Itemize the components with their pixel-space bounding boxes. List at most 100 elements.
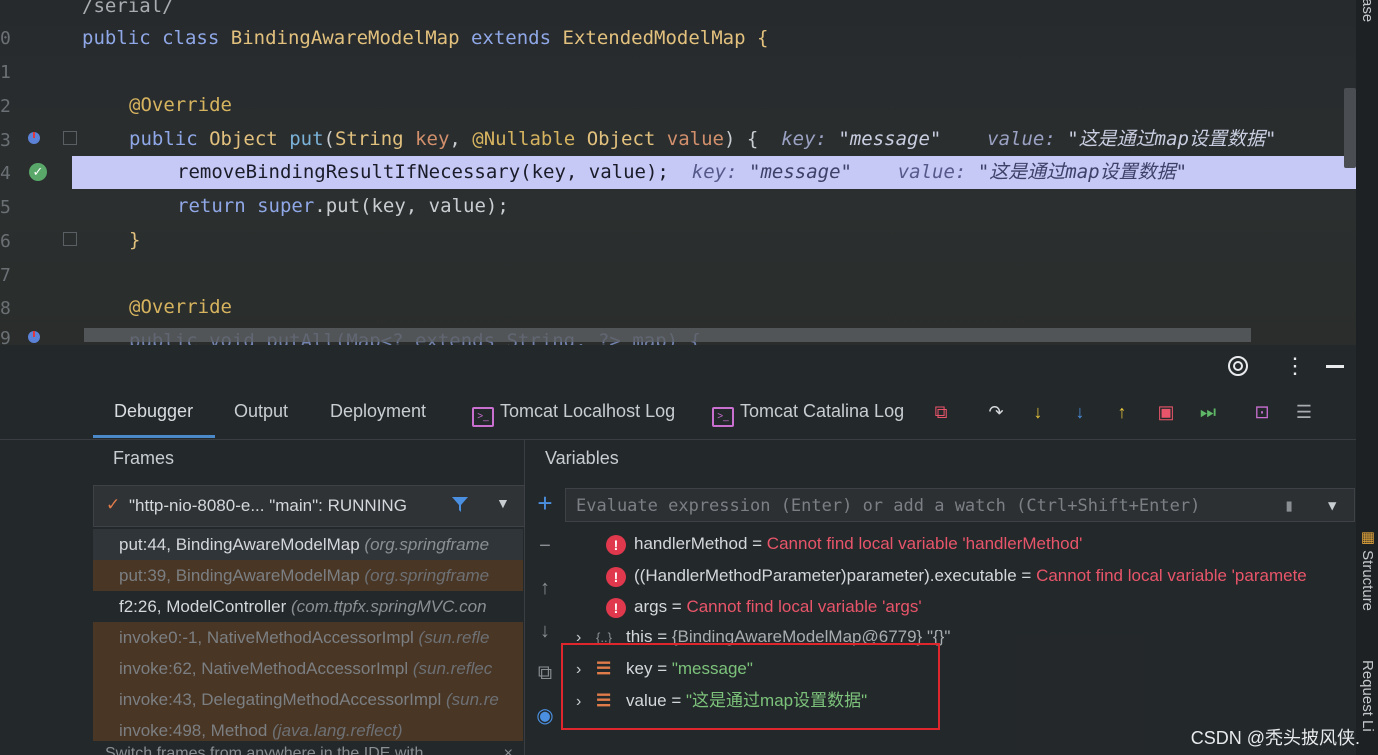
tab-debugger[interactable]: Debugger <box>114 401 193 422</box>
override-marker-icon[interactable] <box>26 329 42 345</box>
code-line: public class BindingAwareModelMap extend… <box>82 22 768 55</box>
frame-package: (sun.re <box>445 690 499 709</box>
frame-method: invoke:62, NativeMethodAccessorImpl <box>119 659 409 678</box>
frame-row[interactable]: invoke0:-1, NativeMethodAccessorImpl (su… <box>93 622 523 653</box>
settings-list-icon[interactable]: ☰ <box>1293 401 1315 423</box>
line-number: 3 <box>0 130 11 151</box>
minimize-icon[interactable] <box>1326 365 1344 368</box>
fold-icon[interactable] <box>63 131 77 145</box>
code-editor[interactable]: 0 1 2 3 4 5 6 7 8 9 ✓ /serial/ public cl… <box>0 0 1378 345</box>
step-over-icon[interactable]: ↷ <box>985 401 1007 423</box>
variable-value: Cannot find local variable 'paramete <box>1036 566 1307 585</box>
variable-row[interactable]: ! args = Cannot find local variable 'args… <box>570 591 922 622</box>
variable-name: ((HandlerMethodParameter)parameter).exec… <box>634 566 1017 585</box>
tab-label: Tomcat Localhost Log <box>500 401 676 421</box>
resume-icon[interactable]: ⏭ <box>1197 401 1219 423</box>
tab-tomcat-localhost-log[interactable]: >_ Tomcat Localhost Log <box>472 401 675 427</box>
side-tab-database[interactable]: ase <box>1359 0 1376 22</box>
line-number: 1 <box>0 62 11 83</box>
vertical-scrollbar[interactable] <box>1344 88 1356 168</box>
run-to-cursor-icon[interactable]: ▣ <box>1155 401 1177 423</box>
add-watch-icon[interactable]: + <box>534 490 556 516</box>
tab-output[interactable]: Output <box>234 401 288 422</box>
copy-icon[interactable]: ⧉ <box>534 662 556 684</box>
inline-hint: "message" <box>749 161 852 183</box>
inline-hint: value: <box>897 161 967 183</box>
frame-row[interactable]: invoke:498, Method (java.lang.reflect) <box>93 715 523 741</box>
watch-eye-icon[interactable]: ◉ <box>534 705 556 727</box>
thread-selector[interactable]: ✓ "http-nio-8080-e... "main": RUNNING ▼ <box>93 485 525 527</box>
remove-watch-icon[interactable]: − <box>534 535 556 557</box>
evaluate-placeholder: Evaluate expression (Enter) or add a wat… <box>576 496 1201 516</box>
filter-icon[interactable] <box>450 494 470 514</box>
frame-method: f2:26, ModelController <box>119 597 287 616</box>
restore-layout-icon[interactable]: ⧉ <box>930 401 952 423</box>
inline-hint: value: <box>987 128 1056 150</box>
execution-line-highlight: removeBindingResultIfNecessary(key, valu… <box>72 156 1356 189</box>
inline-hint: "这是通过map设置数据" <box>977 161 1188 183</box>
variable-name: args <box>634 597 668 616</box>
inline-hint: key: <box>691 161 738 183</box>
code-token: ExtendedModelMap <box>562 27 746 49</box>
evaluate-expression-input[interactable]: Evaluate expression (Enter) or add a wat… <box>565 488 1355 522</box>
frame-package: (org.springframe <box>364 566 490 585</box>
code-line: removeBindingResultIfNecessary(key, valu… <box>177 156 1187 189</box>
variable-row[interactable]: ! ((HandlerMethodParameter)parameter).exe… <box>570 560 1356 591</box>
watermark: CSDN @秃头披风侠. <box>1190 728 1360 748</box>
target-icon[interactable] <box>1227 355 1249 377</box>
variable-eq: = <box>667 597 687 616</box>
move-down-icon[interactable]: ↓ <box>534 620 556 642</box>
tab-deployment[interactable]: Deployment <box>330 401 426 422</box>
line-number: 9 <box>0 328 11 345</box>
code-token: class <box>162 27 220 49</box>
bookmark-icon[interactable]: ▮ <box>1284 489 1294 523</box>
code-line: /serial/ <box>82 0 174 23</box>
frame-row[interactable]: put:39, BindingAwareModelMap (org.spring… <box>93 560 523 591</box>
tab-tomcat-catalina-log[interactable]: >_ Tomcat Catalina Log <box>712 401 904 427</box>
line-number: 8 <box>0 298 11 319</box>
active-tab-indicator <box>93 435 215 438</box>
side-tab-structure[interactable]: ▦ Structure <box>1358 528 1376 611</box>
line-number: 7 <box>0 265 11 286</box>
tool-window-header: ⋮ <box>0 345 1356 387</box>
frame-row[interactable]: f2:26, ModelController (com.ttpfx.spring… <box>93 591 523 622</box>
more-options-icon[interactable]: ⋮ <box>1284 353 1306 379</box>
variable-row[interactable]: ! handlerMethod = Cannot find local varia… <box>570 528 1082 559</box>
error-icon: ! <box>606 597 626 618</box>
console-icon[interactable]: ⊡ <box>1251 401 1273 423</box>
step-into-icon[interactable]: ↓ <box>1027 401 1049 423</box>
force-step-into-icon[interactable]: ↓ <box>1069 401 1091 423</box>
override-marker-icon[interactable] <box>26 130 42 146</box>
move-up-icon[interactable]: ↑ <box>534 577 556 599</box>
code-token: put <box>289 128 324 150</box>
frame-method: invoke0:-1, NativeMethodAccessorImpl <box>119 628 414 647</box>
step-out-icon[interactable]: ↑ <box>1111 401 1133 423</box>
code-token: String <box>334 128 404 150</box>
line-number: 2 <box>0 96 11 117</box>
frames-hint: Switch frames from anywhere in the IDE w… <box>105 743 523 755</box>
line-number: 4 <box>0 163 11 184</box>
horizontal-scrollbar[interactable] <box>84 328 1251 342</box>
frame-row[interactable]: invoke:43, DelegatingMethodAccessorImpl … <box>93 684 523 715</box>
code-text: /serial/ <box>82 0 174 17</box>
debug-tabs: Debugger Output Deployment >_ Tomcat Loca… <box>0 387 1356 440</box>
variable-name: handlerMethod <box>634 534 748 553</box>
close-icon[interactable]: × <box>504 743 513 755</box>
chevron-down-icon[interactable]: ▼ <box>496 495 510 511</box>
frame-package: (java.lang.reflect) <box>272 721 403 740</box>
error-icon: ! <box>606 566 626 587</box>
inline-hint: "message" <box>838 128 942 150</box>
check-icon: ✓ <box>106 495 121 514</box>
side-tab-request[interactable]: Request Li <box>1359 660 1376 732</box>
chevron-down-icon[interactable]: ▼ <box>1328 489 1336 523</box>
frame-row[interactable]: invoke:62, NativeMethodAccessorImpl (sun… <box>93 653 523 684</box>
code-line: return super.put(key, value); <box>177 190 509 223</box>
right-tool-strip: ase ▦ Structure Request Li <box>1356 0 1378 755</box>
code-token: Object <box>209 128 278 150</box>
fold-icon[interactable] <box>63 232 77 246</box>
breakpoint-check-icon[interactable]: ✓ <box>29 163 47 181</box>
frame-row[interactable]: put:44, BindingAwareModelMap (org.spring… <box>93 529 523 560</box>
code-token: { <box>757 27 769 49</box>
code-token: key <box>415 128 450 150</box>
frame-method: put:44, BindingAwareModelMap <box>119 535 360 554</box>
